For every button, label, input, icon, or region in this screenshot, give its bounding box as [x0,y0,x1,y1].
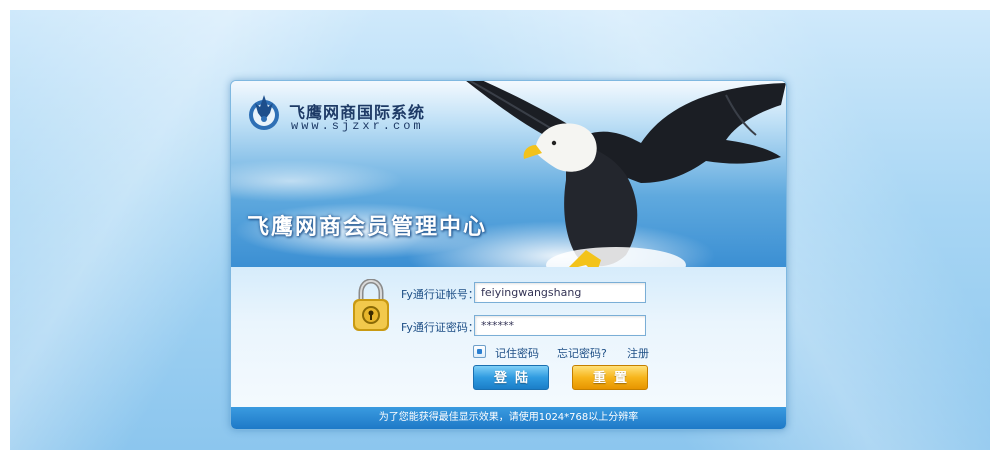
remember-password-checkbox[interactable] [473,345,486,358]
forgot-password-link[interactable]: 忘记密码? [557,345,607,361]
login-button[interactable]: 登陆 [473,365,549,390]
resolution-notice: 为了您能获得最佳显示效果，请使用1024*768以上分辨率 [231,407,786,429]
password-input[interactable] [474,315,646,336]
reset-button[interactable]: 重置 [572,365,648,390]
login-panel: 飞鹰网商国际系统 www.sjzxr.com 飞鹰网商会员管理中心 Fy通行证帐… [230,80,787,430]
padlock-icon [353,279,389,331]
checkbox-checked-indicator [477,349,482,354]
account-input[interactable] [474,282,646,303]
eagle-logo-icon [249,95,279,130]
banner-headline: 飞鹰网商会员管理中心 [247,215,488,240]
banner: 飞鹰网商国际系统 www.sjzxr.com 飞鹰网商会员管理中心 [231,81,786,275]
register-link[interactable]: 注册 [627,345,649,361]
eagle-illustration-icon [466,81,786,275]
brand-url: www.sjzxr.com [291,119,424,133]
account-label: Fy通行证帐号： [401,288,479,301]
page-background: 飞鹰网商国际系统 www.sjzxr.com 飞鹰网商会员管理中心 Fy通行证帐… [10,10,990,450]
remember-password-label[interactable]: 记住密码 [495,345,539,361]
password-label: Fy通行证密码： [401,321,479,334]
